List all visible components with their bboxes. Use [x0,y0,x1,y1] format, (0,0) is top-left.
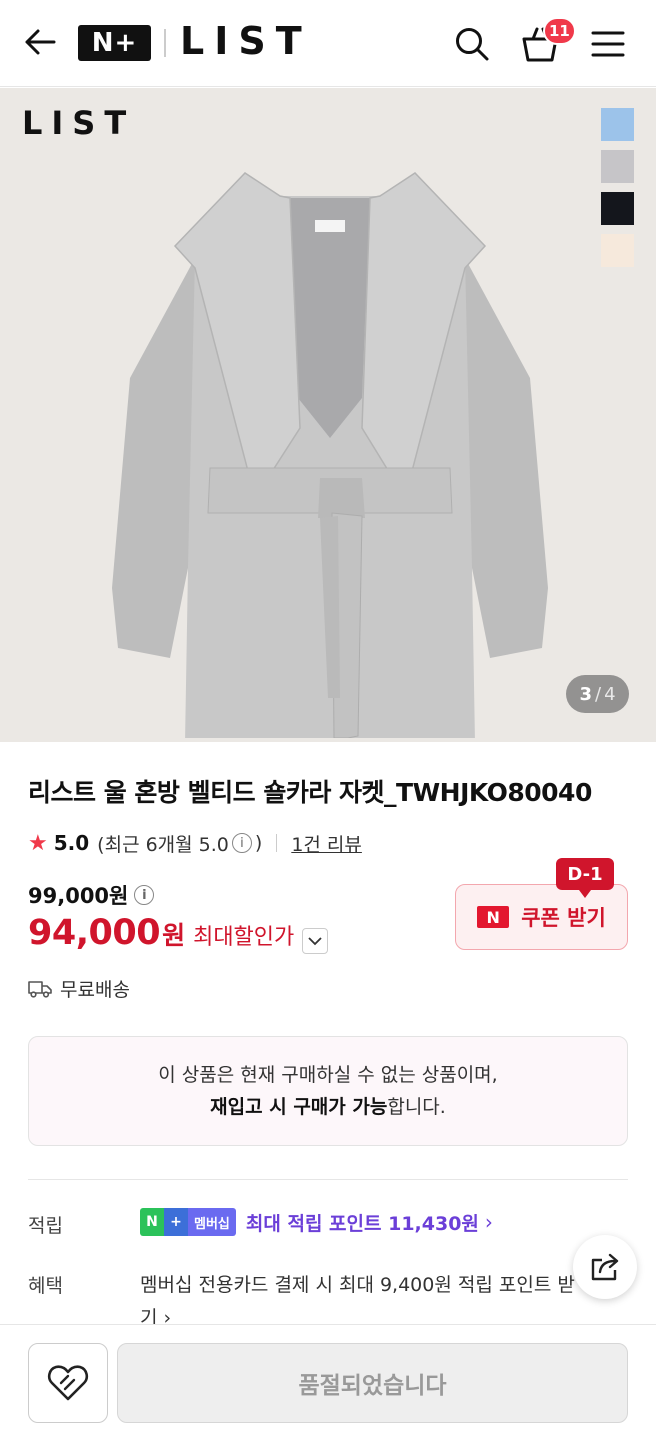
max-discount-label: 최대할인가 [193,925,295,950]
color-swatch-list [601,108,634,276]
page-separator: / [595,683,602,705]
info-icon[interactable]: i [231,833,252,853]
notice-restock-text: 재입고 시 구매가 가능 [210,1096,388,1118]
recent-rating-close: ) [254,832,263,854]
back-arrow-icon [25,29,56,55]
naver-plus-membership-badge: N + 멤버십 [140,1208,236,1236]
total-pages: 4 [604,683,616,705]
notice-line-1: 이 상품은 현재 구매하실 수 없는 상품이며, [158,1064,498,1086]
chevron-right-icon: › [484,1210,493,1234]
image-brand-watermark: LIST [22,104,136,142]
image-page-indicator: 3 / 4 [566,675,629,713]
share-icon [591,1253,619,1281]
nplus-store-logo[interactable]: N+ [78,25,151,61]
original-price: 99,000원 [28,884,129,908]
heart-icon [47,1365,89,1401]
sale-price: 94,000 [28,913,161,953]
badge-plus: + [164,1208,188,1236]
points-label: 적립 [28,1215,63,1237]
sale-price-unit: 원 [162,921,186,950]
jacket-product-image [112,172,548,738]
menu-icon [591,31,625,57]
color-swatch-light-gray[interactable] [601,150,634,183]
chevron-down-icon [308,937,322,946]
rating-row: ★ 5.0 (최근 6개월 5.0 i ) 1건 리뷰 [28,828,362,858]
soldout-button[interactable]: 품절되었습니다 [117,1343,628,1423]
rating-score: 5.0 [53,831,90,855]
recent-rating-text: (최근 6개월 5.0 [97,833,229,856]
coupon-download-button[interactable]: N 쿠폰 받기 [455,884,628,950]
coupon-label: 쿠폰 받기 [521,906,606,930]
brand-store-name[interactable]: LIST [180,19,312,63]
badge-n: N [140,1208,164,1236]
discount-detail-toggle[interactable] [302,928,329,954]
color-swatch-black[interactable] [601,192,634,225]
wishlist-button[interactable] [28,1343,108,1423]
current-page: 3 [579,683,592,705]
color-swatch-sky-blue[interactable] [601,108,634,141]
truck-icon [28,980,52,998]
cart-count-badge: 11 [543,17,576,45]
rating-divider [276,834,278,852]
price-info-icon[interactable]: i [134,885,155,905]
product-title: 리스트 울 혼방 벨티드 숄카라 자켓_TWHJKO80040 [28,778,592,807]
menu-button[interactable] [586,22,630,66]
sale-price-row: 94,000 원 최대할인가 [28,913,329,954]
notice-line-2-rest: 합니다. [387,1096,446,1118]
search-button[interactable] [450,22,494,66]
star-icon: ★ [28,830,48,856]
back-button[interactable] [20,22,60,62]
bottom-action-bar: 품절되었습니다 [0,1324,656,1440]
review-count-link[interactable]: 1건 리뷰 [291,830,362,857]
section-divider [28,1179,628,1180]
soldout-notice: 이 상품은 현재 구매하실 수 없는 상품이며, 재입고 시 구매가 가능합니다… [28,1036,628,1146]
max-points-text: 최대 적립 포인트 11,430원 [245,1212,479,1235]
badge-membership: 멤버십 [188,1208,236,1236]
top-header: N+ LIST 11 [0,0,656,87]
share-button[interactable] [573,1235,637,1299]
color-swatch-cream[interactable] [601,234,634,267]
shipping-info: 무료배송 [28,975,130,1002]
coupon-dday-badge: D-1 [556,858,614,898]
product-image-carousel[interactable]: LIST 3 / 4 [0,88,656,742]
points-row[interactable]: N + 멤버십 최대 적립 포인트 11,430원 › [140,1208,493,1236]
shipping-text: 무료배송 [60,979,130,1001]
naver-coupon-logo: N [477,906,510,928]
benefit-label: 혜택 [28,1275,63,1297]
notice-line-2: 재입고 시 구매가 가능합니다. [210,1091,446,1123]
original-price-row: 99,000원 i [28,880,157,910]
logo-divider [164,29,166,57]
card-benefit-body: 멤버십 전용카드 결제 시 최대 9,400원 적립 포인트 받기 [140,1274,575,1329]
search-icon [456,28,489,61]
